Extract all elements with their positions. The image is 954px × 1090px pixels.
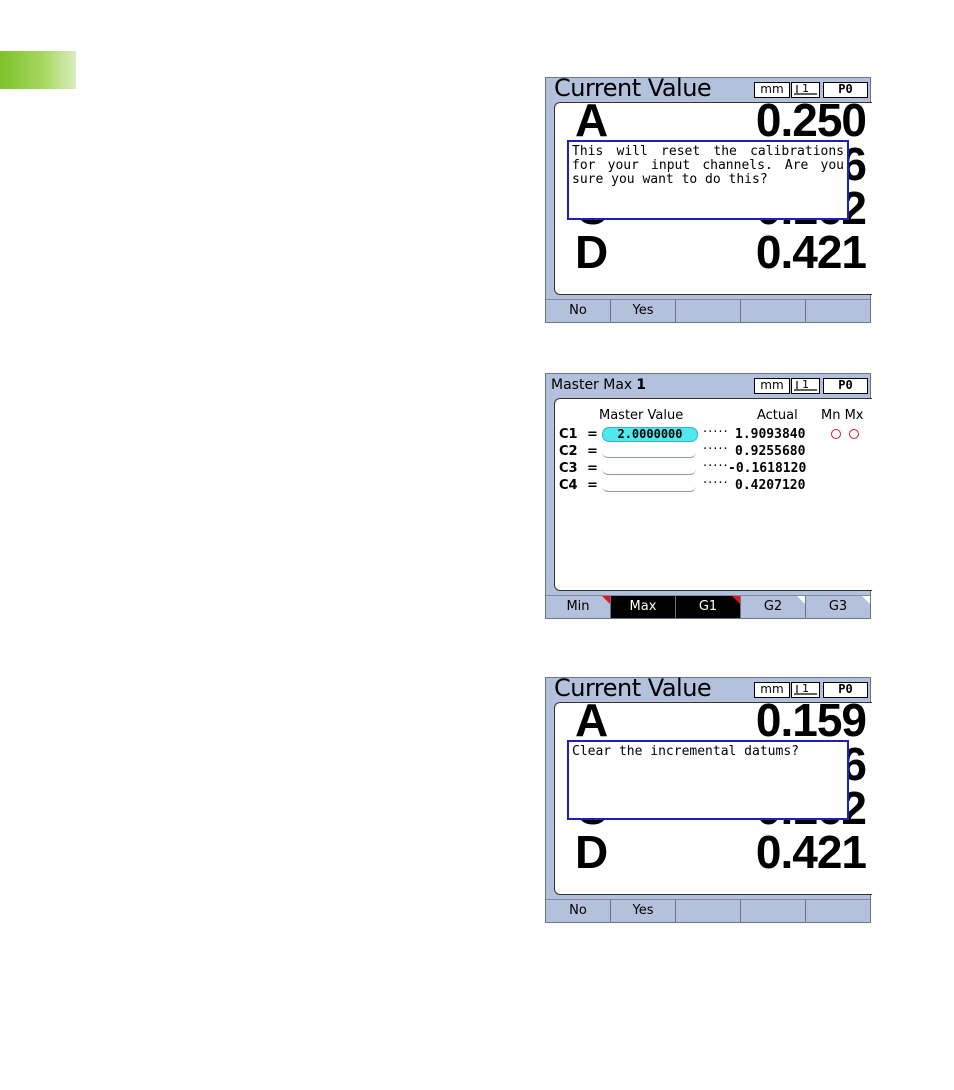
confirm-dialog: Clear the incremental datums? xyxy=(567,740,849,820)
softkey-yes[interactable]: Yes xyxy=(611,900,676,922)
svg-text:1: 1 xyxy=(802,83,809,95)
master-value-header: Master Value xyxy=(599,408,684,423)
units-indicator[interactable]: mm xyxy=(754,378,790,394)
table-row: C3 = ····· -0.1618120 xyxy=(559,459,807,476)
axis-value: 0.421 xyxy=(755,226,867,278)
svg-text:1: 1 xyxy=(802,379,809,391)
screen-title: Current Value xyxy=(554,74,712,102)
softkey-5[interactable] xyxy=(806,300,870,322)
axis-letter: D xyxy=(575,826,609,878)
screen-header: Current Value mm 1 P0 xyxy=(546,74,870,102)
mnmx-header: Mn Mx xyxy=(821,408,864,423)
master-value-field[interactable]: 2.0000000 xyxy=(602,427,698,442)
screen-title: Current Value xyxy=(554,674,712,702)
table-row: C2 = ····· 0.9255680 xyxy=(559,442,806,459)
table-row: C1 = 2.0000000 ····· 1.9093840 xyxy=(557,425,871,442)
softkey-yes[interactable]: Yes xyxy=(611,300,676,322)
softkey-g1[interactable]: G1 xyxy=(676,596,741,618)
softkey-bar: No Yes xyxy=(546,899,870,922)
softkey-no[interactable]: No xyxy=(546,300,611,322)
screen-header: Master Max 1 mm 1 P0 xyxy=(546,374,870,398)
svg-text:1: 1 xyxy=(802,683,809,695)
softkey-bar: Min Max G1 G2 G3 xyxy=(546,595,870,618)
softkey-4[interactable] xyxy=(741,300,806,322)
softkey-5[interactable] xyxy=(806,900,870,922)
softkey-max[interactable]: Max xyxy=(611,596,676,618)
units-indicator[interactable]: mm xyxy=(754,682,790,698)
softkey-g3[interactable]: G3 xyxy=(806,596,870,618)
axis-row-d: D 0.421 xyxy=(555,225,872,278)
axis-value: 0.421 xyxy=(755,826,867,878)
master-value-field[interactable] xyxy=(602,463,696,475)
master-value-field[interactable] xyxy=(602,446,696,458)
axis-row-d: D 0.421 xyxy=(555,825,872,878)
units-indicator[interactable]: mm xyxy=(754,82,790,98)
chapter-tab-marker xyxy=(0,51,76,89)
softkey-no[interactable]: No xyxy=(546,900,611,922)
scale-indicator[interactable]: 1 xyxy=(791,682,820,698)
master-table: Master Value Actual Mn Mx C1 = 2.0000000… xyxy=(554,398,872,591)
min-indicator-icon xyxy=(831,429,841,439)
max-indicator-icon xyxy=(849,429,859,439)
softkey-bar: No Yes xyxy=(546,299,870,322)
program-indicator[interactable]: P0 xyxy=(823,378,868,394)
softkey-3[interactable] xyxy=(676,300,741,322)
axis-letter: D xyxy=(575,226,609,278)
screen-master-max: Master Max 1 mm 1 P0 Master Value Actual … xyxy=(545,373,872,619)
scale-icon: 1 xyxy=(793,82,817,95)
screen-clear-datums: Current Value mm 1 P0 A 0.159 B 0.926 C … xyxy=(545,674,872,923)
actual-header: Actual xyxy=(757,408,798,423)
program-indicator[interactable]: P0 xyxy=(823,682,868,698)
screen-reset-calibration: Current Value mm 1 P0 A 0.250 B 0.926 C … xyxy=(545,74,872,323)
program-indicator[interactable]: P0 xyxy=(823,82,868,98)
scale-indicator[interactable]: 1 xyxy=(791,378,820,394)
screen-title: Master Max 1 xyxy=(551,377,646,393)
scale-indicator[interactable]: 1 xyxy=(791,82,820,98)
table-row: C4 = ····· 0.4207120 xyxy=(559,476,806,493)
softkey-min[interactable]: Min xyxy=(546,596,611,618)
softkey-3[interactable] xyxy=(676,900,741,922)
confirm-dialog: This will reset the calibrations for you… xyxy=(567,140,849,220)
scale-icon: 1 xyxy=(793,378,817,391)
scale-icon: 1 xyxy=(793,682,817,695)
softkey-4[interactable] xyxy=(741,900,806,922)
softkey-g2[interactable]: G2 xyxy=(741,596,806,618)
master-value-field[interactable] xyxy=(602,480,696,492)
screen-header: Current Value mm 1 P0 xyxy=(546,674,870,702)
